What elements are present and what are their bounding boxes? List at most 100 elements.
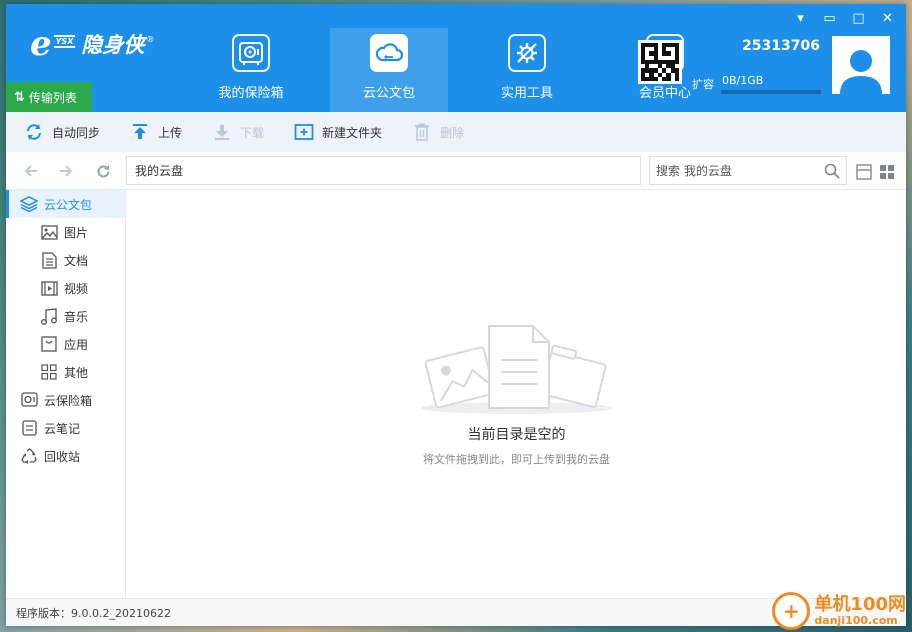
watermark-plus-icon: + <box>772 592 811 630</box>
delete-label: 删除 <box>440 125 465 140</box>
grid-icon <box>40 363 58 381</box>
watermark-text: 单机100网 danji100.com <box>814 593 906 627</box>
sidebar-item-cloud-briefcase[interactable]: 云公文包 <box>6 190 125 218</box>
logo-ysx: YSX <box>53 34 76 48</box>
search-placeholder: 搜索 我的云盘 <box>656 164 732 178</box>
new-folder-label: 新建文件夹 <box>322 125 383 140</box>
arrow-right-icon <box>60 165 73 177</box>
watermark-line1: 单机100网 <box>814 593 906 615</box>
user-avatar-icon <box>840 50 882 94</box>
document-icon <box>40 251 58 269</box>
forward-button[interactable] <box>56 161 76 181</box>
tab-cloud-briefcase-label: 云公文包 <box>362 86 415 101</box>
path-text: 我的云盘 <box>135 164 184 178</box>
app-icon <box>40 335 58 353</box>
version-text: 程序版本：9.0.0.2_20210622 <box>16 606 171 620</box>
transfer-list-button[interactable]: ⇅ 传输列表 <box>6 82 92 112</box>
cloud-icon <box>370 34 408 72</box>
sidebar-item-label: 图片 <box>64 225 89 240</box>
new-folder-button[interactable]: 新建文件夹 <box>294 122 382 142</box>
upload-label: 上传 <box>158 125 183 140</box>
arrow-left-icon <box>24 165 37 177</box>
user-id: 25313706 <box>742 38 820 54</box>
refresh-button[interactable] <box>93 161 113 181</box>
sidebar: 云公文包 图片 文档 视频 音乐 应用 其他 云保险箱 云笔记 回收站 <box>6 190 126 598</box>
video-icon <box>40 279 58 297</box>
empty-folder-illustration <box>421 325 613 414</box>
logo-name: 隐身侠 <box>81 33 145 57</box>
close-button[interactable]: ✕ <box>875 8 900 28</box>
download-button[interactable]: 下载 <box>212 122 264 142</box>
maximize-button[interactable]: □ <box>846 8 871 28</box>
safe-icon <box>232 34 270 72</box>
sidebar-item-cloud-notes[interactable]: 云笔记 <box>6 414 125 442</box>
avatar[interactable] <box>832 36 890 94</box>
sidebar-item-label: 音乐 <box>64 309 89 324</box>
sidebar-item-documents[interactable]: 文档 <box>6 246 125 274</box>
logo-reg: ® <box>146 34 155 44</box>
delete-button[interactable]: 删除 <box>412 122 464 142</box>
sidebar-item-label: 云保险箱 <box>44 393 93 408</box>
sidebar-item-others[interactable]: 其他 <box>6 358 125 386</box>
back-button[interactable] <box>21 161 41 181</box>
logo-e: e <box>30 24 52 64</box>
download-label: 下载 <box>240 125 265 140</box>
sidebar-item-apps[interactable]: 应用 <box>6 330 125 358</box>
storage-quota-text: 0B/1GB <box>722 74 764 87</box>
recycle-icon <box>20 447 38 465</box>
site-watermark: + 单机100网 danji100.com <box>772 592 906 630</box>
sidebar-item-label: 文档 <box>64 253 89 268</box>
header-bar: ▾ ▭ □ ✕ e YSX 隐身侠 ® ⇅ 传输列表 我的保险箱 云公文包 实用… <box>6 4 906 112</box>
upload-icon <box>130 122 150 142</box>
tab-my-safe[interactable]: 我的保险箱 <box>192 28 310 112</box>
auto-sync-button[interactable]: 自动同步 <box>24 122 100 142</box>
transfer-arrows-icon: ⇅ <box>14 89 25 105</box>
empty-state-hint: 将文件拖拽到此，即可上传到我的云盘 <box>423 453 610 466</box>
storage-quota-bar <box>721 90 821 94</box>
sidebar-item-images[interactable]: 图片 <box>6 218 125 246</box>
file-list-area[interactable]: 当前目录是空的 将文件拖拽到此，即可上传到我的云盘 <box>127 190 906 598</box>
sidebar-item-videos[interactable]: 视频 <box>6 274 125 302</box>
auto-sync-label: 自动同步 <box>52 125 101 140</box>
minimize-button[interactable]: ▭ <box>817 8 842 28</box>
status-bar: 程序版本：9.0.0.2_20210622 <box>6 598 906 626</box>
new-folder-icon <box>294 122 314 142</box>
action-toolbar: 自动同步 上传 下载 新建文件夹 删除 <box>6 112 906 152</box>
sync-icon <box>24 122 44 142</box>
path-input[interactable]: 我的云盘 <box>126 156 641 185</box>
sidebar-item-cloud-safe[interactable]: 云保险箱 <box>6 386 125 414</box>
grid-view-icon[interactable] <box>879 164 895 180</box>
trash-icon <box>412 122 432 142</box>
search-input[interactable]: 搜索 我的云盘 <box>649 156 847 185</box>
sidebar-item-label: 应用 <box>64 337 89 352</box>
pin-button[interactable]: ▾ <box>788 8 813 28</box>
empty-state-title: 当前目录是空的 <box>467 427 566 443</box>
sidebar-item-label: 视频 <box>64 281 89 296</box>
tab-tools[interactable]: 实用工具 <box>468 28 586 112</box>
sidebar-item-label: 其他 <box>64 365 89 380</box>
sidebar-item-label: 云笔记 <box>44 421 81 436</box>
tab-cloud-briefcase[interactable]: 云公文包 <box>330 28 448 112</box>
layers-icon <box>20 195 38 213</box>
address-bar: 我的云盘 搜索 我的云盘 <box>6 152 906 190</box>
list-view-icon[interactable] <box>856 164 872 180</box>
watermark-line2: danji100.com <box>814 613 898 627</box>
tab-my-safe-label: 我的保险箱 <box>218 86 284 101</box>
search-icon[interactable] <box>824 163 840 179</box>
upload-button[interactable]: 上传 <box>130 122 182 142</box>
app-window: ▾ ▭ □ ✕ e YSX 隐身侠 ® ⇅ 传输列表 我的保险箱 云公文包 实用… <box>6 4 906 626</box>
note-icon <box>20 419 38 437</box>
qr-code[interactable] <box>638 40 682 84</box>
sidebar-item-recycle-bin[interactable]: 回收站 <box>6 442 125 470</box>
music-icon <box>40 307 58 325</box>
transfer-list-label: 传输列表 <box>28 90 77 105</box>
qr-code-pattern <box>641 43 679 81</box>
expand-storage-link[interactable]: 扩容 <box>692 76 714 92</box>
sidebar-item-label: 云公文包 <box>44 197 93 212</box>
tab-tools-label: 实用工具 <box>500 86 553 101</box>
window-controls: ▾ ▭ □ ✕ <box>788 8 900 28</box>
download-icon <box>212 122 232 142</box>
tools-icon <box>508 34 546 72</box>
sidebar-item-music[interactable]: 音乐 <box>6 302 125 330</box>
app-logo: e YSX 隐身侠 ® <box>30 26 154 62</box>
